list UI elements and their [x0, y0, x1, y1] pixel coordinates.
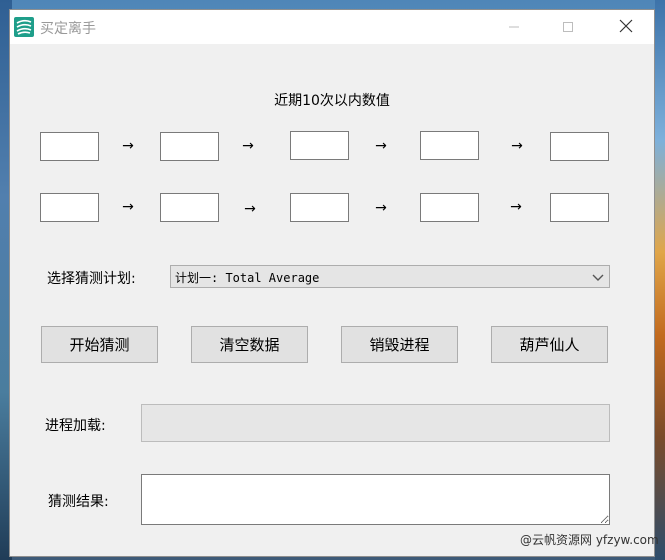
value-input-8[interactable] — [290, 193, 349, 222]
minimize-icon — [508, 18, 520, 37]
chevron-down-icon — [591, 270, 605, 284]
value-input-10[interactable] — [550, 193, 609, 222]
value-input-5[interactable] — [550, 132, 609, 161]
close-icon — [619, 18, 633, 37]
value-input-2[interactable] — [160, 132, 219, 161]
maximize-button[interactable] — [545, 10, 591, 44]
arrow-7: → — [375, 200, 387, 216]
arrow-1: → — [122, 138, 134, 154]
minimize-button[interactable] — [491, 10, 537, 44]
arrow-2: → — [242, 138, 254, 154]
close-button[interactable] — [603, 10, 649, 44]
plan-selected-value: 计划一: Total Average — [175, 271, 320, 285]
arrow-6: → — [244, 201, 256, 217]
app-window: 买定离手 近期10次以内数值 → → → → → → → → 选择猜测计划: 计… — [9, 9, 655, 557]
start-guess-button[interactable]: 开始猜测 — [41, 326, 158, 363]
result-field[interactable] — [141, 474, 610, 525]
title-bar[interactable]: 买定离手 — [10, 10, 654, 44]
value-input-6[interactable] — [40, 193, 99, 222]
destroy-process-button[interactable]: 销毁进程 — [341, 326, 458, 363]
client-area: 近期10次以内数值 → → → → → → → → 选择猜测计划: 计划一: T… — [10, 44, 654, 558]
arrow-5: → — [122, 199, 134, 215]
watermark-text: @云帆资源网 yfzyw.com — [520, 533, 659, 547]
gourd-immortal-button[interactable]: 葫芦仙人 — [491, 326, 608, 363]
green-feather-icon — [14, 17, 34, 37]
value-input-7[interactable] — [160, 193, 219, 222]
desktop-wallpaper-right — [655, 0, 665, 560]
value-input-3[interactable] — [290, 131, 349, 160]
maximize-icon — [562, 18, 574, 37]
recent-values-heading: 近期10次以内数值 — [274, 93, 390, 109]
clear-data-button[interactable]: 清空数据 — [191, 326, 308, 363]
arrow-4: → — [511, 138, 523, 154]
plan-select[interactable]: 计划一: Total Average — [170, 265, 610, 288]
progress-bar — [141, 404, 610, 442]
value-input-4[interactable] — [420, 131, 479, 160]
result-label: 猜测结果: — [48, 494, 109, 510]
window-title: 买定离手 — [40, 21, 96, 37]
value-input-9[interactable] — [420, 193, 479, 222]
value-input-1[interactable] — [40, 132, 99, 161]
progress-label: 进程加载: — [45, 418, 106, 434]
arrow-3: → — [375, 138, 387, 154]
plan-label: 选择猜测计划: — [47, 271, 136, 287]
arrow-8: → — [510, 199, 522, 215]
